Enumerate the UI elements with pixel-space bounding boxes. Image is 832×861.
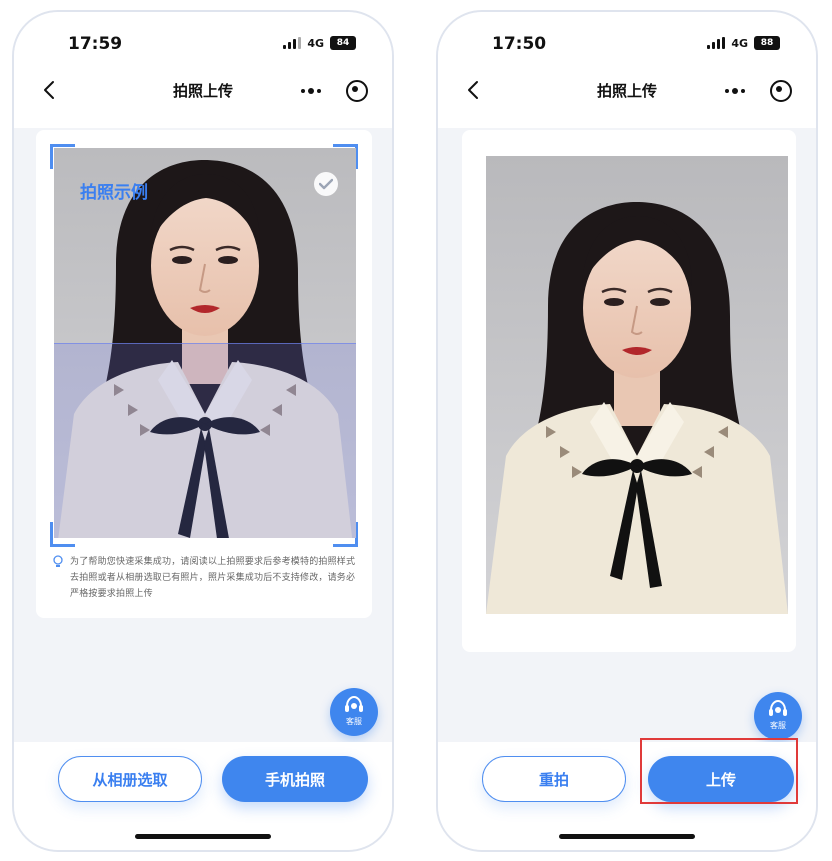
customer-service-label: 客服 [346, 717, 362, 726]
mini-program-capsule [294, 76, 374, 106]
example-label: 拍照示例 [80, 183, 148, 203]
take-photo-button[interactable]: 手机拍照 [222, 756, 368, 802]
guide-overlay [54, 343, 356, 538]
home-indicator [559, 834, 695, 839]
customer-service-button[interactable]: 客服 [330, 688, 378, 736]
battery-icon: 88 [754, 36, 780, 50]
close-target-icon[interactable] [770, 80, 792, 102]
network-type: 4G [731, 36, 748, 50]
nav-bar: 拍照上传 [14, 68, 392, 128]
home-indicator [135, 834, 271, 839]
lightbulb-icon [53, 555, 63, 567]
customer-service-label: 客服 [770, 721, 786, 730]
mini-program-capsule [718, 76, 798, 106]
check-icon [314, 172, 338, 196]
status-time: 17:50 [492, 34, 547, 54]
bottom-action-bar: 从相册选取 手机拍照 [14, 742, 392, 850]
example-card: 拍照示例 为了帮助您快速采集成功，请阅读以上拍照要求后参考模特的拍照样式去拍照或… [36, 130, 372, 618]
captured-photo [486, 156, 788, 614]
screenshot-stage: 17:59 4G 84 拍照上传 拍照示例 为了帮助您快速采集成功，请阅读以上拍… [0, 0, 832, 861]
status-time: 17:59 [68, 34, 123, 54]
phone-right: 17:50 4G 88 拍照上传 客服 重拍 上传 [436, 10, 818, 852]
signal-icon [283, 37, 302, 49]
status-indicators: 4G 88 [707, 36, 780, 50]
example-photo: 拍照示例 [54, 148, 356, 538]
headset-icon [345, 696, 363, 712]
photo-preview-card [462, 130, 796, 652]
tip-text: 为了帮助您快速采集成功，请阅读以上拍照要求后参考模特的拍照样式去拍照或者从相册选… [70, 557, 356, 599]
choose-from-album-button[interactable]: 从相册选取 [58, 756, 202, 802]
battery-icon: 84 [330, 36, 356, 50]
headset-icon [769, 700, 787, 716]
customer-service-button[interactable]: 客服 [754, 692, 802, 740]
close-target-icon[interactable] [346, 80, 368, 102]
phone-left: 17:59 4G 84 拍照上传 拍照示例 为了帮助您快速采集成功，请阅读以上拍… [12, 10, 394, 852]
more-icon[interactable] [294, 76, 328, 106]
tip-block: 为了帮助您快速采集成功，请阅读以上拍照要求后参考模特的拍照样式去拍照或者从相册选… [52, 554, 356, 602]
retake-button[interactable]: 重拍 [482, 756, 626, 802]
status-indicators: 4G 84 [283, 36, 356, 50]
signal-icon [707, 37, 726, 49]
more-icon[interactable] [718, 76, 752, 106]
upload-highlight-annotation [640, 738, 798, 804]
nav-bar: 拍照上传 [438, 68, 816, 128]
network-type: 4G [307, 36, 324, 50]
